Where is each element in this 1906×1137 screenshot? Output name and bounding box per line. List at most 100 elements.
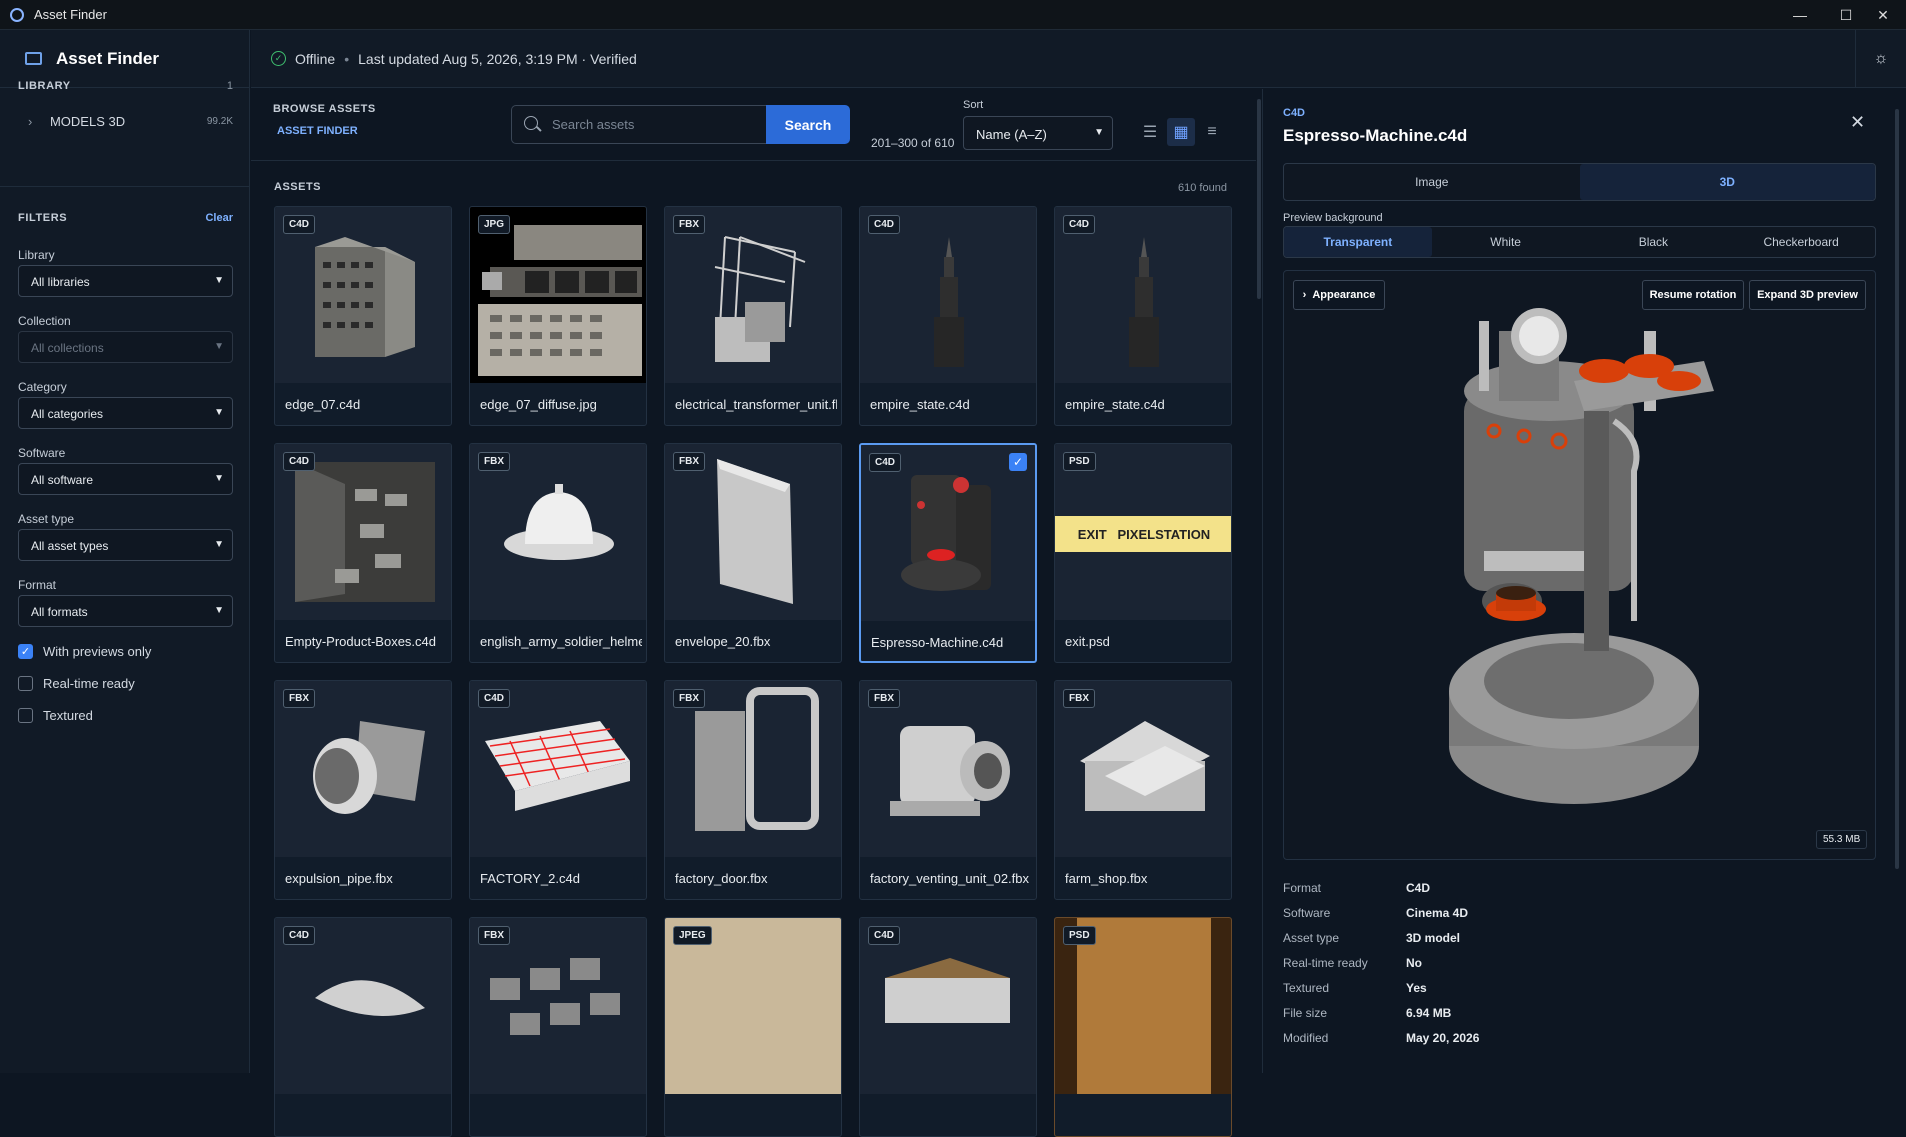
- filters-title: FILTERS: [18, 212, 68, 224]
- filter-category-select[interactable]: All categories ▼: [18, 397, 233, 429]
- format-badge: FBX: [478, 926, 510, 945]
- chevron-down-icon: ▼: [214, 407, 224, 418]
- selected-check-icon[interactable]: ✓: [1009, 453, 1027, 471]
- bg-white[interactable]: White: [1432, 227, 1580, 257]
- asset-card[interactable]: FBX farm_shop.fbx: [1054, 680, 1232, 900]
- expand-3d-preview-button[interactable]: Expand 3D preview: [1749, 280, 1866, 310]
- grid-view-button[interactable]: ▦: [1167, 118, 1195, 146]
- chevron-right-icon: ›: [1302, 289, 1307, 301]
- format-badge: C4D: [869, 453, 902, 472]
- result-range: 201–300 of 610: [871, 136, 955, 150]
- filter-collection-label: Collection: [18, 314, 71, 328]
- folder-icon: [25, 52, 42, 65]
- format-badge: FBX: [868, 689, 900, 708]
- filter-software-label: Software: [18, 446, 66, 460]
- sun-icon: ☼: [1873, 49, 1889, 67]
- asset-card[interactable]: PSD: [1054, 917, 1232, 1137]
- exit-sign-text: EXIT PIXELSTATION: [1055, 516, 1231, 552]
- prop-label: Real-time ready: [1283, 956, 1368, 970]
- format-badge: C4D: [283, 452, 316, 471]
- chevron-right-icon: ›: [28, 114, 33, 129]
- library-count: 1: [226, 80, 233, 92]
- bg-transparent[interactable]: Transparent: [1284, 227, 1432, 257]
- asset-card[interactable]: EXIT PIXELSTATION PSD exit.psd: [1054, 443, 1232, 663]
- library-item-models-3d[interactable]: › MODELS 3D 99.2K: [28, 114, 233, 129]
- asset-card[interactable]: C4D edge_07.c4d: [274, 206, 452, 426]
- chevron-down-icon: ▼: [214, 275, 224, 286]
- menu-icon: ≡: [1207, 123, 1217, 140]
- breadcrumb[interactable]: ASSET FINDER: [277, 125, 376, 137]
- bg-checkerboard[interactable]: Checkerboard: [1727, 227, 1875, 257]
- asset-name: FACTORY_2.c4d: [480, 871, 580, 886]
- list-view-button[interactable]: ☰: [1136, 118, 1164, 146]
- asset-card[interactable]: FBX english_army_soldier_helmet.fbx: [469, 443, 647, 663]
- chevron-down-icon: ▼: [1094, 127, 1104, 138]
- settings-button[interactable]: ☼: [1855, 30, 1906, 88]
- checkbox-with-previews[interactable]: ✓ With previews only: [18, 644, 151, 659]
- appearance-button[interactable]: › Appearance: [1293, 280, 1385, 310]
- tab-image[interactable]: Image: [1284, 164, 1580, 200]
- preview-background-label: Preview background: [1283, 212, 1383, 224]
- file-size-badge: 55.3 MB: [1816, 830, 1868, 849]
- asset-card[interactable]: FBX electrical_transformer_unit.fbx: [664, 206, 842, 426]
- detail-scrollbar[interactable]: [1895, 89, 1900, 1073]
- asset-name: empire_state.c4d: [870, 397, 970, 412]
- filter-library-label: Library: [18, 248, 55, 262]
- asset-card[interactable]: C4D empire_state.c4d: [859, 206, 1037, 426]
- format-badge: JPEG: [673, 926, 712, 945]
- filter-library-select[interactable]: All libraries ▼: [18, 265, 233, 297]
- minimize-button[interactable]: —: [1777, 0, 1823, 30]
- asset-card[interactable]: FBX expulsion_pipe.fbx: [274, 680, 452, 900]
- detail-title: Espresso-Machine.c4d: [1283, 126, 1468, 145]
- resume-rotation-button[interactable]: Resume rotation: [1642, 280, 1744, 310]
- filter-asset-type-select[interactable]: All asset types ▼: [18, 529, 233, 561]
- asset-card[interactable]: FBX factory_venting_unit_02.fbx: [859, 680, 1037, 900]
- asset-card[interactable]: FBX envelope_20.fbx: [664, 443, 842, 663]
- format-badge: C4D: [868, 926, 901, 945]
- asset-name: exit.psd: [1065, 634, 1110, 649]
- format-badge: FBX: [283, 689, 315, 708]
- app-name: Asset Finder: [56, 48, 159, 68]
- asset-card[interactable]: C4D: [274, 917, 452, 1137]
- check-icon: ✓: [18, 644, 33, 659]
- assets-title: ASSETS: [274, 181, 322, 193]
- checkbox-real-time-ready[interactable]: Real-time ready: [18, 676, 135, 691]
- filter-category-label: Category: [18, 380, 67, 394]
- compact-view-button[interactable]: ≡: [1198, 118, 1226, 146]
- search-icon: [524, 116, 538, 130]
- close-window-button[interactable]: ✕: [1860, 0, 1906, 30]
- asset-card[interactable]: C4D FACTORY_2.c4d: [469, 680, 647, 900]
- bg-black[interactable]: Black: [1580, 227, 1728, 257]
- close-icon[interactable]: ✕: [1850, 112, 1865, 133]
- search-button[interactable]: Search: [766, 105, 850, 144]
- filter-collection-select[interactable]: All collections ▼: [18, 331, 233, 363]
- prop-label: Software: [1283, 906, 1331, 920]
- asset-card[interactable]: C4D empire_state.c4d: [1054, 206, 1232, 426]
- format-badge: JPG: [478, 215, 511, 234]
- asset-card[interactable]: FBX: [469, 917, 647, 1137]
- 3d-preview-viewport[interactable]: [1283, 270, 1876, 860]
- check-circle-icon: ✓: [271, 51, 286, 66]
- sort-select[interactable]: Name (A–Z) ▼: [963, 116, 1113, 150]
- asset-card[interactable]: JPEG: [664, 917, 842, 1137]
- filters-section: FILTERS Clear Library All libraries ▼ Col…: [18, 212, 233, 723]
- asset-card[interactable]: C4D: [859, 917, 1037, 1137]
- asset-card[interactable]: JPG edge_07_diffuse.jpg: [469, 206, 647, 426]
- search-input[interactable]: Search assets: [511, 105, 766, 144]
- prop-value: 3D model: [1406, 931, 1461, 945]
- filter-format-select[interactable]: All formats ▼: [18, 595, 233, 627]
- library-item-label: MODELS 3D: [49, 114, 126, 129]
- window-title: Asset Finder: [34, 7, 107, 22]
- filter-software-select[interactable]: All software ▼: [18, 463, 233, 495]
- clear-filters-link[interactable]: Clear: [205, 212, 233, 224]
- espresso-machine-model: [1449, 308, 1714, 804]
- checkbox-textured[interactable]: Textured: [18, 708, 93, 723]
- asset-card-selected[interactable]: C4D ✓ Espresso-Machine.c4d: [859, 443, 1037, 663]
- format-badge: C4D: [1063, 215, 1096, 234]
- library-section: LIBRARY 1 › MODELS 3D 99.2K: [18, 80, 233, 129]
- prop-label: Asset type: [1283, 931, 1340, 945]
- asset-card[interactable]: FBX factory_door.fbx: [664, 680, 842, 900]
- asset-name: english_army_soldier_helmet.fbx: [480, 634, 642, 649]
- tab-3d[interactable]: 3D: [1579, 164, 1875, 200]
- asset-card[interactable]: C4D Empty-Product-Boxes.c4d: [274, 443, 452, 663]
